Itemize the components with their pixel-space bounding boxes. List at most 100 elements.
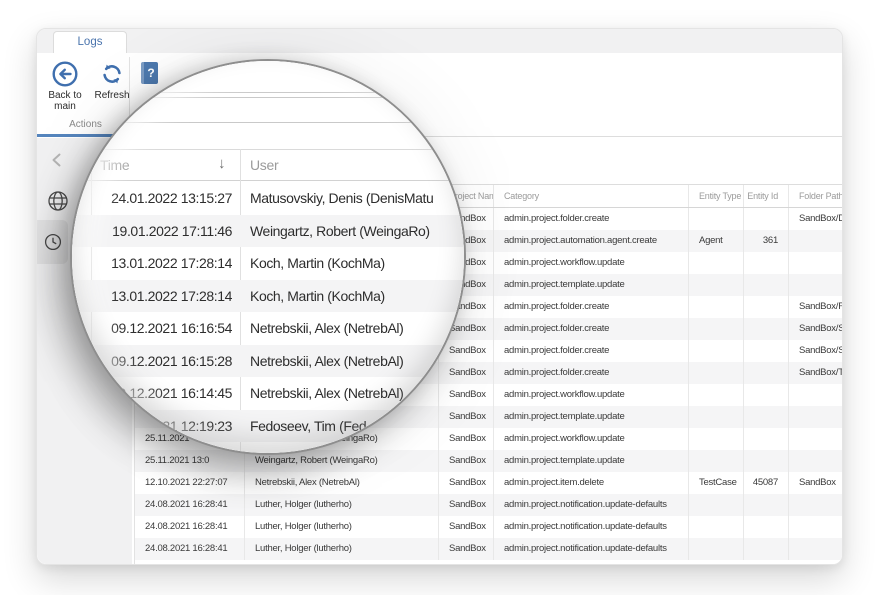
cell-entity-id: 45087 bbox=[744, 472, 789, 494]
cell-entity-type bbox=[689, 340, 744, 362]
column-header-entity-id[interactable]: Entity Id bbox=[744, 185, 789, 207]
lens-cell-time: 2021 12:19:23 bbox=[91, 410, 232, 443]
column-header-folder-path[interactable]: Folder Path bbox=[789, 185, 842, 207]
lens-table-row: 13.01.2022 17:28:14 Koch, Martin (KochMa… bbox=[72, 280, 464, 313]
cell-project-name: SandBox bbox=[439, 494, 494, 516]
cell-category: admin.project.template.update bbox=[494, 450, 689, 472]
cell-folder-path bbox=[789, 516, 842, 538]
cell-entity-type: TestCase bbox=[689, 472, 744, 494]
cell-entity-id bbox=[744, 516, 789, 538]
lens-table-header: Time ↓ User bbox=[72, 149, 464, 181]
cell-folder-path: SandBox bbox=[789, 472, 842, 494]
globe-icon[interactable] bbox=[47, 190, 69, 212]
lens-table-row: 09.12.2021 16:16:54 Netrebskii, Alex (Ne… bbox=[72, 312, 464, 345]
lens-cell-user: Netrebskii, Alex (NetrebAl) bbox=[232, 377, 464, 410]
back-to-main-button[interactable]: Back to main bbox=[42, 60, 88, 112]
sidebar-item-history[interactable] bbox=[37, 220, 68, 264]
cell-entity-type bbox=[689, 296, 744, 318]
cell-folder-path bbox=[789, 450, 842, 472]
circle-arrow-left-icon bbox=[51, 60, 79, 88]
cell-entity-type bbox=[689, 274, 744, 296]
cell-category: admin.project.notification.update-defaul… bbox=[494, 538, 689, 560]
cell-time: 24.08.2021 16:28:41 bbox=[135, 538, 245, 560]
cell-entity-type bbox=[689, 428, 744, 450]
cell-entity-type bbox=[689, 450, 744, 472]
cell-category: admin.project.notification.update-defaul… bbox=[494, 494, 689, 516]
cell-entity-type bbox=[689, 384, 744, 406]
lens-column-header-time: Time bbox=[100, 157, 129, 173]
cell-user: Netrebskii, Alex (NetrebAl) bbox=[245, 472, 439, 494]
cell-user: Luther, Holger (lutherho) bbox=[245, 494, 439, 516]
cell-entity-id bbox=[744, 318, 789, 340]
cell-category: admin.project.folder.create bbox=[494, 340, 689, 362]
page-background: Logs Back to main bbox=[0, 0, 879, 595]
lens-table-row: 24.01.2022 13:15:27 Matusovskiy, Denis (… bbox=[72, 182, 464, 215]
column-header-entity-type[interactable]: Entity Type bbox=[689, 185, 744, 207]
cell-entity-id bbox=[744, 296, 789, 318]
tab-logs[interactable]: Logs bbox=[53, 31, 127, 53]
cell-time: 25.11.2021 13:0 bbox=[135, 450, 245, 472]
clock-icon bbox=[44, 233, 62, 251]
cell-entity-id bbox=[744, 274, 789, 296]
cell-entity-id: 361 bbox=[744, 230, 789, 252]
cell-category: admin.project.automation.agent.create bbox=[494, 230, 689, 252]
cell-category: admin.project.template.update bbox=[494, 406, 689, 428]
cell-folder-path bbox=[789, 384, 842, 406]
lens-table-row: 13.01.2022 17:28:14 Koch, Martin (KochMa… bbox=[72, 247, 464, 280]
cell-entity-id bbox=[744, 362, 789, 384]
lens-content: Time ↓ User 24.01.2022 13:15:27 Matusovs… bbox=[72, 61, 464, 453]
cell-entity-type bbox=[689, 318, 744, 340]
lens-table-row: 09.12.2021 16:14:45 Netrebskii, Alex (Ne… bbox=[72, 377, 464, 410]
cell-folder-path bbox=[789, 538, 842, 560]
lens-cell-time: 19.01.2022 17:11:46 bbox=[91, 215, 232, 248]
lens-table-row: 19.01.2022 17:11:46 Weingartz, Robert (W… bbox=[72, 215, 464, 248]
lens-cell-user: Koch, Martin (KochMa) bbox=[232, 280, 464, 313]
lens-cell-time: 24.01.2022 13:15:27 bbox=[91, 182, 232, 215]
cell-time: 24.08.2021 16:28:41 bbox=[135, 516, 245, 538]
cell-entity-id bbox=[744, 428, 789, 450]
cell-category: admin.project.workflow.update bbox=[494, 384, 689, 406]
column-header-category[interactable]: Category bbox=[494, 185, 689, 207]
cell-entity-type bbox=[689, 362, 744, 384]
cell-folder-path bbox=[789, 230, 842, 252]
cell-category: admin.project.item.delete bbox=[494, 472, 689, 494]
magnifier-lens: Time ↓ User 24.01.2022 13:15:27 Matusovs… bbox=[70, 59, 466, 455]
cell-folder-path: SandBox/S bbox=[789, 318, 842, 340]
table-row[interactable]: 12.10.2021 22:27:07 Netrebskii, Alex (Ne… bbox=[135, 472, 842, 494]
cell-folder-path bbox=[789, 406, 842, 428]
cell-entity-type bbox=[689, 406, 744, 428]
cell-entity-id bbox=[744, 538, 789, 560]
filter-input-magnified bbox=[102, 61, 434, 93]
cell-entity-type bbox=[689, 494, 744, 516]
table-row[interactable]: 25.11.2021 13:0 Weingartz, Robert (Weing… bbox=[135, 450, 842, 472]
filter-input-magnified bbox=[96, 97, 441, 123]
lens-column-header-user: User bbox=[250, 157, 278, 173]
cell-category: admin.project.folder.create bbox=[494, 208, 689, 230]
tab-bar: Logs bbox=[37, 29, 842, 53]
table-row[interactable]: 24.08.2021 16:28:41 Luther, Holger (luth… bbox=[135, 538, 842, 560]
cell-project-name: SandBox bbox=[439, 472, 494, 494]
cell-entity-type bbox=[689, 208, 744, 230]
lens-cell-time: 09.12.2021 16:16:54 bbox=[91, 312, 232, 345]
cell-category: admin.project.folder.create bbox=[494, 296, 689, 318]
lens-cell-user: Weingartz, Robert (WeingaRo) bbox=[232, 215, 464, 248]
lens-cell-time: 13.01.2022 17:28:14 bbox=[91, 280, 232, 313]
table-row[interactable]: 24.08.2021 16:28:41 Luther, Holger (luth… bbox=[135, 494, 842, 516]
lens-cell-user: Netrebskii, Alex (NetrebAl) bbox=[232, 312, 464, 345]
collapse-sidebar-icon[interactable] bbox=[49, 152, 65, 168]
table-row[interactable]: 24.08.2021 16:28:41 Luther, Holger (luth… bbox=[135, 516, 842, 538]
lens-cell-user: Matusovskiy, Denis (DenisMatu bbox=[232, 182, 464, 215]
lens-cell-user: Fedoseev, Tim (Fed bbox=[232, 410, 464, 443]
lens-table-row: 09.12.2021 16:15:28 Netrebskii, Alex (Ne… bbox=[72, 345, 464, 378]
cell-entity-type bbox=[689, 538, 744, 560]
cell-entity-id bbox=[744, 340, 789, 362]
lens-table-row: 2021 12:19:23 Fedoseev, Tim (Fed bbox=[72, 410, 464, 443]
cell-project-name: SandBox bbox=[439, 516, 494, 538]
cell-entity-id bbox=[744, 252, 789, 274]
cell-time: 12.10.2021 22:27:07 bbox=[135, 472, 245, 494]
cell-category: admin.project.notification.update-defaul… bbox=[494, 516, 689, 538]
cell-entity-type bbox=[689, 516, 744, 538]
cell-entity-type bbox=[689, 252, 744, 274]
cell-category: admin.project.folder.create bbox=[494, 362, 689, 384]
cell-user: Luther, Holger (lutherho) bbox=[245, 516, 439, 538]
